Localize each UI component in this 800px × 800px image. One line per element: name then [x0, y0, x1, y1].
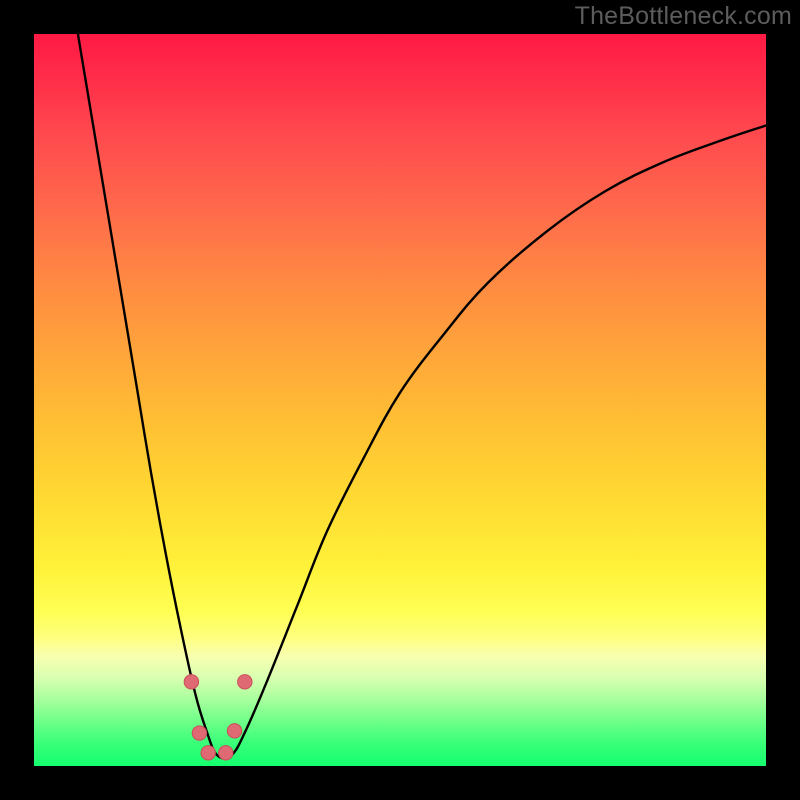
plot-area — [34, 34, 766, 766]
chart-frame: TheBottleneck.com — [0, 0, 800, 800]
valley-dot — [192, 726, 206, 740]
valley-dot — [219, 746, 233, 760]
watermark-text: TheBottleneck.com — [575, 2, 792, 31]
curve-layer — [34, 34, 766, 766]
valley-dot — [238, 675, 252, 689]
valley-dot — [201, 746, 215, 760]
valley-dot — [227, 724, 241, 738]
valley-dot — [184, 675, 198, 689]
valley-dots — [184, 675, 252, 760]
bottleneck-curve — [78, 34, 766, 758]
